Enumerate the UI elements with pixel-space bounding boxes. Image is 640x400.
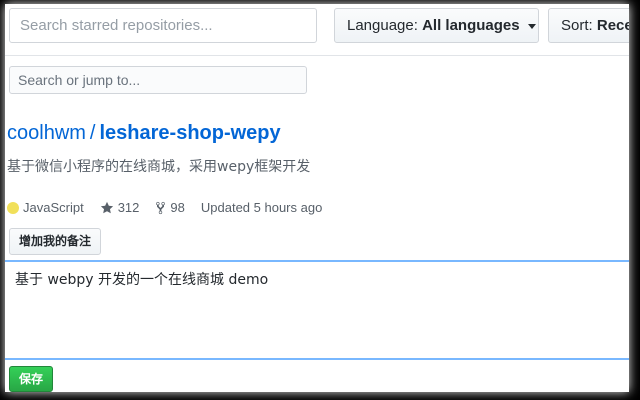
starred-search-placeholder: Search starred repositories... bbox=[20, 17, 213, 34]
sort-label: Sort: bbox=[561, 17, 593, 34]
repo-language: JavaScript bbox=[7, 200, 84, 216]
repo-updated: Updated 5 hours ago bbox=[200, 200, 323, 215]
repo-forks-link[interactable]: 98 bbox=[155, 200, 185, 216]
starred-search-input[interactable]: Search starred repositories... bbox=[9, 8, 317, 43]
fork-icon bbox=[156, 201, 166, 215]
repo-meta: JavaScript 312 98 Updated 5 hours ago bbox=[7, 200, 338, 216]
jump-search-input[interactable]: Search or jump to... bbox=[9, 66, 307, 94]
language-select[interactable]: Language: All languages bbox=[334, 8, 539, 43]
note-text: 基于 webpy 开发的一个在线商城 demo bbox=[15, 272, 269, 288]
language-value: All languages bbox=[422, 17, 520, 34]
language-label: Language: bbox=[347, 17, 418, 34]
repo-description: 基于微信小程序的在线商城，采用wepy框架开发 bbox=[7, 159, 311, 175]
jump-search-placeholder: Search or jump to... bbox=[18, 72, 141, 88]
star-icon bbox=[100, 201, 113, 214]
repo-stars-count: 312 bbox=[117, 200, 140, 215]
repo-language-label: JavaScript bbox=[23, 200, 84, 215]
app-window: Search starred repositories... Language:… bbox=[5, 4, 629, 392]
language-color-dot-icon bbox=[7, 202, 19, 214]
repo-separator: / bbox=[89, 122, 96, 144]
chevron-down-icon bbox=[527, 23, 536, 29]
sort-select[interactable]: Sort: Recently starred bbox=[548, 8, 629, 43]
add-note-button[interactable]: 增加我的备注 bbox=[9, 228, 101, 255]
sort-value: Recently starred bbox=[596, 17, 629, 34]
repo-name: leshare-shop-wepy bbox=[99, 122, 281, 144]
filter-bar: Search starred repositories... Language:… bbox=[5, 4, 629, 56]
repo-title-link[interactable]: coolhwm / leshare-shop-wepy bbox=[7, 121, 281, 145]
save-button[interactable]: 保存 bbox=[9, 366, 53, 392]
repo-forks-count: 98 bbox=[170, 200, 185, 215]
repo-stars-link[interactable]: 312 bbox=[100, 200, 140, 216]
note-textarea[interactable]: 基于 webpy 开发的一个在线商城 demo bbox=[5, 260, 629, 360]
repo-owner: coolhwm bbox=[7, 122, 86, 144]
